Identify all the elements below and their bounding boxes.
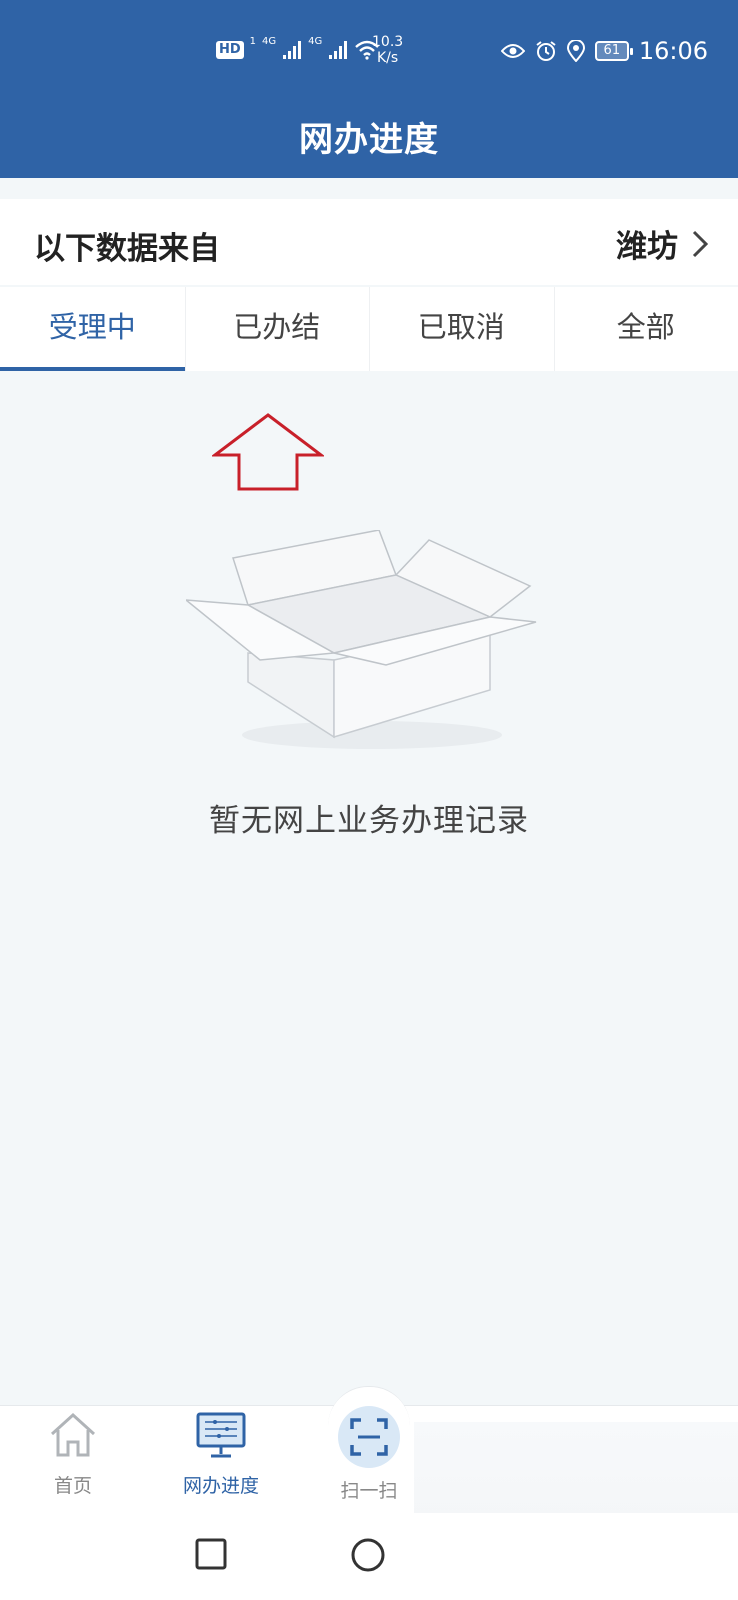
nav-progress[interactable]: 网办进度 [161, 1410, 281, 1498]
sim-label: 1 [249, 36, 257, 47]
empty-box-icon [186, 530, 537, 749]
nav-scan[interactable]: 扫一扫 [309, 1406, 429, 1503]
scan-button[interactable] [338, 1406, 400, 1468]
hd-badge: HD [216, 41, 244, 59]
data-source-row[interactable]: 以下数据来自 潍坊 [0, 199, 738, 285]
page-title: 网办进度 [299, 120, 439, 160]
status-left: HD 1 4G 4G [216, 36, 380, 60]
location-icon [566, 40, 585, 62]
home-button-icon[interactable] [351, 1538, 385, 1572]
tab-completed[interactable]: 已办结 [184, 287, 370, 371]
status-bar: HD 1 4G 4G 10.3 K/s 61 16:06 [0, 30, 738, 80]
net-speed: 10.3 K/s [372, 34, 403, 66]
chevron-right-icon [692, 230, 708, 257]
signal-bars-icon [283, 41, 302, 59]
eye-icon [500, 44, 525, 58]
nav-home[interactable]: 首页 [13, 1410, 133, 1498]
signal-bars-icon [329, 41, 348, 59]
recent-apps-icon[interactable] [195, 1538, 227, 1570]
alarm-icon [536, 41, 556, 61]
battery-indicator: 61 [594, 41, 633, 61]
net-speed-unit: K/s [376, 50, 399, 66]
tab-all[interactable]: 全部 [553, 287, 738, 371]
home-icon [50, 1412, 96, 1457]
annotation-arrow-icon [212, 413, 324, 491]
tab-cancelled[interactable]: 已取消 [369, 287, 554, 371]
app-header: HD 1 4G 4G 10.3 K/s 61 16:06 网办进度 [0, 0, 738, 178]
clock: 16:06 [638, 37, 708, 65]
net-speed-value: 10.3 [372, 34, 404, 50]
monitor-icon [196, 1412, 246, 1458]
nav-home-label: 首页 [53, 1475, 92, 1497]
signal-2-label: 4G [308, 36, 323, 47]
data-source-label: 以下数据来自 [34, 231, 220, 267]
nav-scan-label: 扫一扫 [340, 1480, 398, 1502]
nav-progress-label: 网办进度 [182, 1475, 259, 1497]
status-right: 61 16:06 [500, 37, 708, 65]
scan-icon [350, 1418, 388, 1456]
empty-state-message: 暂无网上业务办理记录 [209, 803, 529, 839]
tab-processing[interactable]: 受理中 [0, 287, 185, 371]
signal-1-label: 4G [262, 36, 277, 47]
city-selector[interactable]: 潍坊 [616, 221, 708, 266]
status-tabs: 受理中 已办结 已取消 全部 [0, 287, 738, 371]
city-name: 潍坊 [616, 229, 678, 265]
